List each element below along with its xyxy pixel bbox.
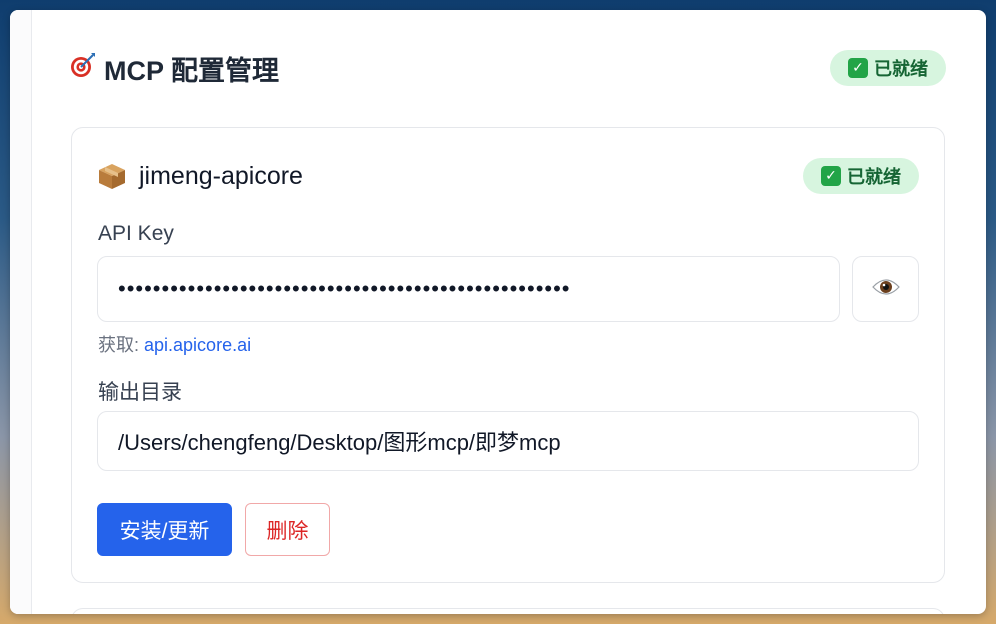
card-actions: 安装/更新 删除 [97, 503, 330, 556]
check-mark-icon: ✓ [848, 58, 868, 78]
api-key-masked-value: ••••••••••••••••••••••••••••••••••••••••… [118, 276, 571, 301]
api-key-label: API Key [98, 222, 174, 245]
status-badge-label: 已就绪 [874, 59, 928, 79]
app-window: MCP 配置管理 ✓ 已就绪 jimeng-apicore ✓ 已就绪 API … [10, 10, 986, 614]
api-key-hint: 获取: api.apicore.ai [98, 331, 251, 357]
card-status-label: 已就绪 [847, 167, 901, 187]
package-box-icon [97, 162, 127, 190]
card-header: jimeng-apicore ✓ 已就绪 [97, 158, 919, 194]
eye-icon [871, 277, 900, 302]
page-title: MCP 配置管理 [70, 49, 279, 88]
delete-button[interactable]: 删除 [245, 503, 330, 556]
toggle-visibility-button[interactable] [852, 256, 919, 322]
card-title: jimeng-apicore [97, 162, 303, 191]
page-title-text: MCP 配置管理 [104, 55, 280, 86]
check-mark-icon: ✓ [821, 166, 841, 186]
api-key-row: ••••••••••••••••••••••••••••••••••••••••… [97, 256, 919, 322]
output-dir-label: 输出目录 [98, 381, 182, 404]
output-dir-value: /Users/chengfeng/Desktop/图形mcp/即梦mcp [118, 430, 561, 455]
api-key-input[interactable]: ••••••••••••••••••••••••••••••••••••••••… [97, 256, 840, 322]
next-server-card [71, 608, 945, 614]
page-header: MCP 配置管理 ✓ 已就绪 [70, 50, 946, 86]
api-key-hint-prefix: 获取: [98, 335, 145, 355]
output-dir-input[interactable]: /Users/chengfeng/Desktop/图形mcp/即梦mcp [97, 411, 919, 471]
mcp-server-card: jimeng-apicore ✓ 已就绪 API Key •••••••••••… [71, 127, 945, 583]
window-left-edge [10, 10, 32, 614]
status-badge: ✓ 已就绪 [830, 50, 946, 86]
card-status-badge: ✓ 已就绪 [803, 158, 919, 194]
target-dart-icon [70, 52, 96, 84]
card-title-text: jimeng-apicore [139, 161, 303, 190]
install-update-button[interactable]: 安装/更新 [97, 503, 232, 556]
api-key-source-link[interactable]: api.apicore.ai [144, 335, 251, 355]
mcp-config-panel: MCP 配置管理 ✓ 已就绪 jimeng-apicore ✓ 已就绪 API … [32, 10, 986, 614]
